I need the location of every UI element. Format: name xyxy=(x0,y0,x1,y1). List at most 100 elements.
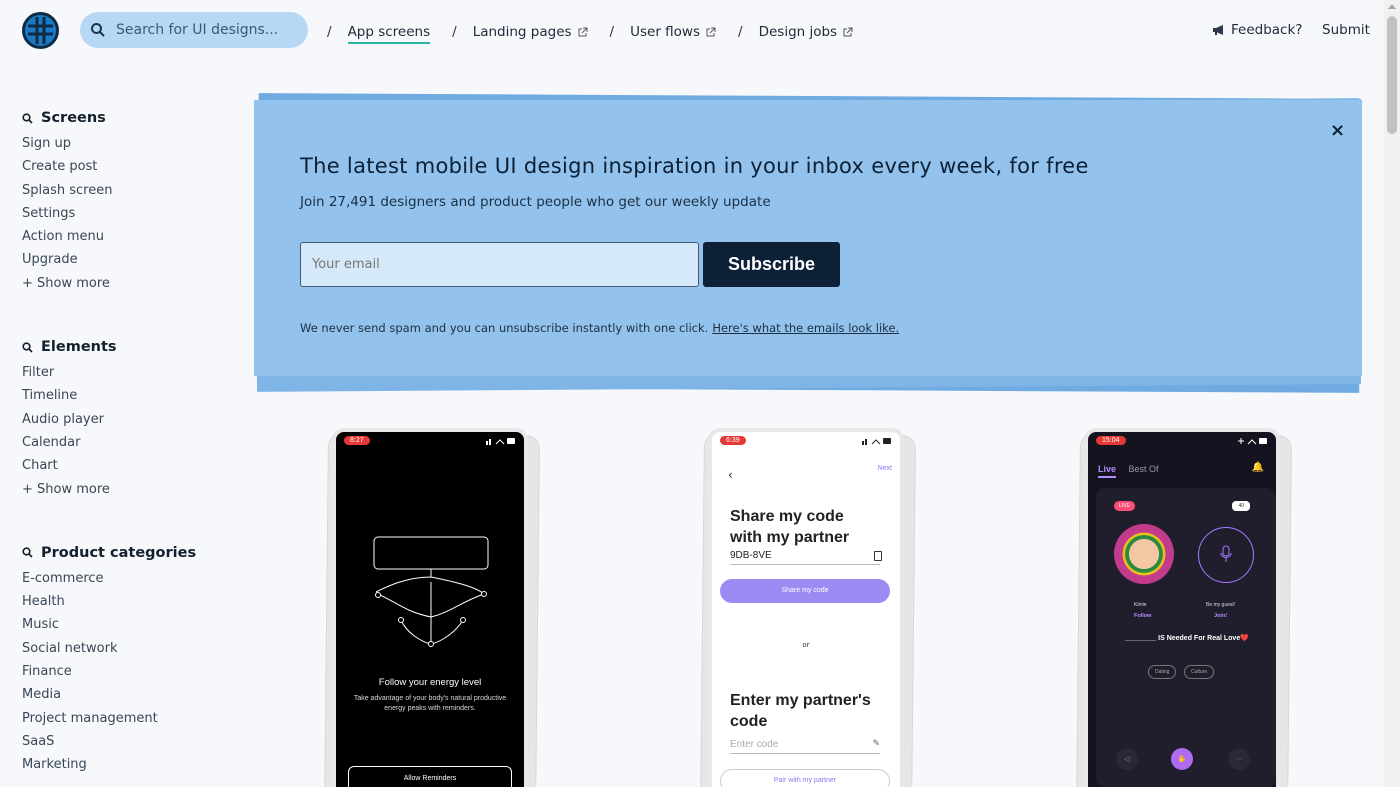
page-scrollbar[interactable] xyxy=(1384,0,1400,787)
avatar xyxy=(1114,524,1174,584)
sidebar-heading-label: Product categories xyxy=(41,544,197,561)
pair-partner-button: Pair with my partner xyxy=(720,769,890,787)
enter-code-field: Enter code xyxy=(730,739,880,754)
sidebar-item-upgrade[interactable]: Upgrade xyxy=(22,248,222,271)
show-more-screens[interactable]: + Show more xyxy=(22,272,222,295)
sidebar-item-filter[interactable]: Filter xyxy=(22,361,222,384)
screen-description: Take advantage of your body's natural pr… xyxy=(353,695,507,712)
search-icon xyxy=(22,341,33,353)
screen-title: Follow your energy level xyxy=(378,677,482,688)
sidebar-heading-categories[interactable]: Product categories xyxy=(22,545,222,561)
sidebar-section-elements: Elements Filter Timeline Audio player Ca… xyxy=(22,339,222,501)
sidebar-item-splash-screen[interactable]: Splash screen xyxy=(22,179,222,202)
sidebar-item-social-network[interactable]: Social network xyxy=(22,637,222,660)
live-tabs: Live Best Of xyxy=(1098,464,1159,478)
phone-screenshot: 6:39 ‹ Next Share my code with my partne… xyxy=(708,428,904,787)
sidebar-item-settings[interactable]: Settings xyxy=(22,202,222,225)
sidebar-item-health[interactable]: Health xyxy=(22,590,222,613)
more-icon: ⋯ xyxy=(1228,748,1250,770)
external-link-icon xyxy=(843,27,853,36)
sidebar-item-saas[interactable]: SaaS xyxy=(22,730,222,753)
status-icons xyxy=(1238,438,1267,445)
scrollbar-thumb[interactable] xyxy=(1387,16,1397,134)
sidebar-item-chart[interactable]: Chart xyxy=(22,454,222,477)
status-icons xyxy=(486,438,515,445)
nav-separator: / xyxy=(452,24,457,40)
microphone-icon xyxy=(1220,545,1232,562)
tag-chip: Culture xyxy=(1184,665,1215,679)
banner-title: The latest mobile UI design inspiration … xyxy=(300,154,1089,178)
search-bar[interactable] xyxy=(80,12,308,48)
room-topic: ________ IS Needed For Real Love❤️ xyxy=(1125,635,1249,642)
sidebar-item-sign-up[interactable]: Sign up xyxy=(22,132,222,155)
sidebar-item-action-menu[interactable]: Action menu xyxy=(22,225,222,248)
host-name: Kimie xyxy=(1134,602,1147,608)
nav-separator: / xyxy=(738,24,743,40)
phone-screenshot: 15:04 Live Best Of 🔔 LIVE 40 Kimie Be my… xyxy=(1084,428,1280,787)
sidebar-item-music[interactable]: Music xyxy=(22,613,222,636)
sidebar-section-screens: Screens Sign up Create post Splash scree… xyxy=(22,110,222,295)
phone-screenshot: 8:27 Follow your energy level Take advan… xyxy=(332,428,528,787)
guest-slot-label: Be my guest! xyxy=(1206,602,1236,608)
feedback-label: Feedback? xyxy=(1231,22,1303,38)
listener-count: 40 xyxy=(1232,501,1250,511)
sidebar-item-marketing[interactable]: Marketing xyxy=(22,753,222,776)
bell-icon: 🔔 xyxy=(1251,462,1264,473)
nav-separator: / xyxy=(327,24,332,40)
sidebar-item-create-post[interactable]: Create post xyxy=(22,155,222,178)
sidebar-heading-screens[interactable]: Screens xyxy=(22,110,222,126)
search-icon xyxy=(22,547,33,558)
sidebar-item-media[interactable]: Media xyxy=(22,683,222,706)
scroll-up-arrow-icon[interactable] xyxy=(1388,4,1396,9)
site-logo[interactable] xyxy=(22,12,59,49)
nav-app-screens[interactable]: App screens xyxy=(347,24,431,44)
raise-hand-icon: ✋ xyxy=(1171,748,1193,770)
email-field[interactable] xyxy=(300,242,699,287)
status-bar: 8:27 xyxy=(336,432,524,452)
sidebar-item-project-management[interactable]: Project management xyxy=(22,707,222,730)
sidebar-item-calendar[interactable]: Calendar xyxy=(22,431,222,454)
submit-link[interactable]: Submit xyxy=(1322,22,1370,38)
status-time: 8:27 xyxy=(344,436,370,445)
copy-icon xyxy=(874,551,882,561)
live-badge: LIVE xyxy=(1114,501,1135,511)
sidebar-item-finance[interactable]: Finance xyxy=(22,660,222,683)
megaphone-icon xyxy=(1213,25,1223,35)
nav-user-flows[interactable]: User flows xyxy=(630,24,716,40)
external-link-icon xyxy=(706,27,716,36)
status-bar: 15:04 xyxy=(1088,432,1276,452)
sidebar: Screens Sign up Create post Splash scree… xyxy=(22,110,222,787)
banner-note-text: We never send spam and you can unsubscri… xyxy=(300,321,709,335)
sidebar-item-audio-player[interactable]: Audio player xyxy=(22,408,222,431)
banner-subtitle: Join 27,491 designers and product people… xyxy=(300,194,771,210)
back-arrow-icon: ‹ xyxy=(728,468,733,482)
show-more-elements[interactable]: + Show more xyxy=(22,478,222,501)
screen-card-share-code[interactable]: 6:39 ‹ Next Share my code with my partne… xyxy=(700,428,918,787)
newsletter-banner: The latest mobile UI design inspiration … xyxy=(254,100,1362,376)
sidebar-item-timeline[interactable]: Timeline xyxy=(22,384,222,407)
sidebar-item-ecommerce[interactable]: E-commerce xyxy=(22,567,222,590)
search-input[interactable] xyxy=(116,22,296,38)
sidebar-heading-elements[interactable]: Elements xyxy=(22,339,222,355)
speaker-icon: ◁ xyxy=(1116,748,1138,770)
share-code-heading: Share my code with my partner xyxy=(730,508,850,546)
tag-chip: Dating xyxy=(1148,665,1177,679)
or-divider: or xyxy=(802,641,810,649)
sidebar-section-categories: Product categories E-commerce Health Mus… xyxy=(22,545,222,777)
subscribe-button[interactable]: Subscribe xyxy=(703,242,840,287)
screen-card-energy[interactable]: 8:27 Follow your energy level Take advan… xyxy=(324,428,542,787)
partner-code: 9DB-8VE xyxy=(730,550,880,565)
nav-landing-pages[interactable]: Landing pages xyxy=(473,24,588,40)
top-header: / App screens / Landing pages / User flo… xyxy=(0,0,1384,62)
main-nav: / App screens / Landing pages / User flo… xyxy=(327,20,875,44)
sidebar-heading-label: Screens xyxy=(41,110,106,126)
sample-emails-link[interactable]: Here's what the emails look like. xyxy=(712,321,899,335)
tab-live: Live xyxy=(1098,464,1117,478)
nav-user-flows-label: User flows xyxy=(630,24,701,40)
screen-card-live-audio[interactable]: 15:04 Live Best Of 🔔 LIVE 40 Kimie Be my… xyxy=(1076,428,1294,787)
join-label: Join! xyxy=(1214,613,1228,619)
sidebar-heading-label: Elements xyxy=(41,339,117,356)
nav-design-jobs[interactable]: Design jobs xyxy=(759,24,854,40)
feedback-link[interactable]: Feedback? xyxy=(1212,22,1302,38)
close-icon[interactable]: × xyxy=(1330,120,1345,141)
